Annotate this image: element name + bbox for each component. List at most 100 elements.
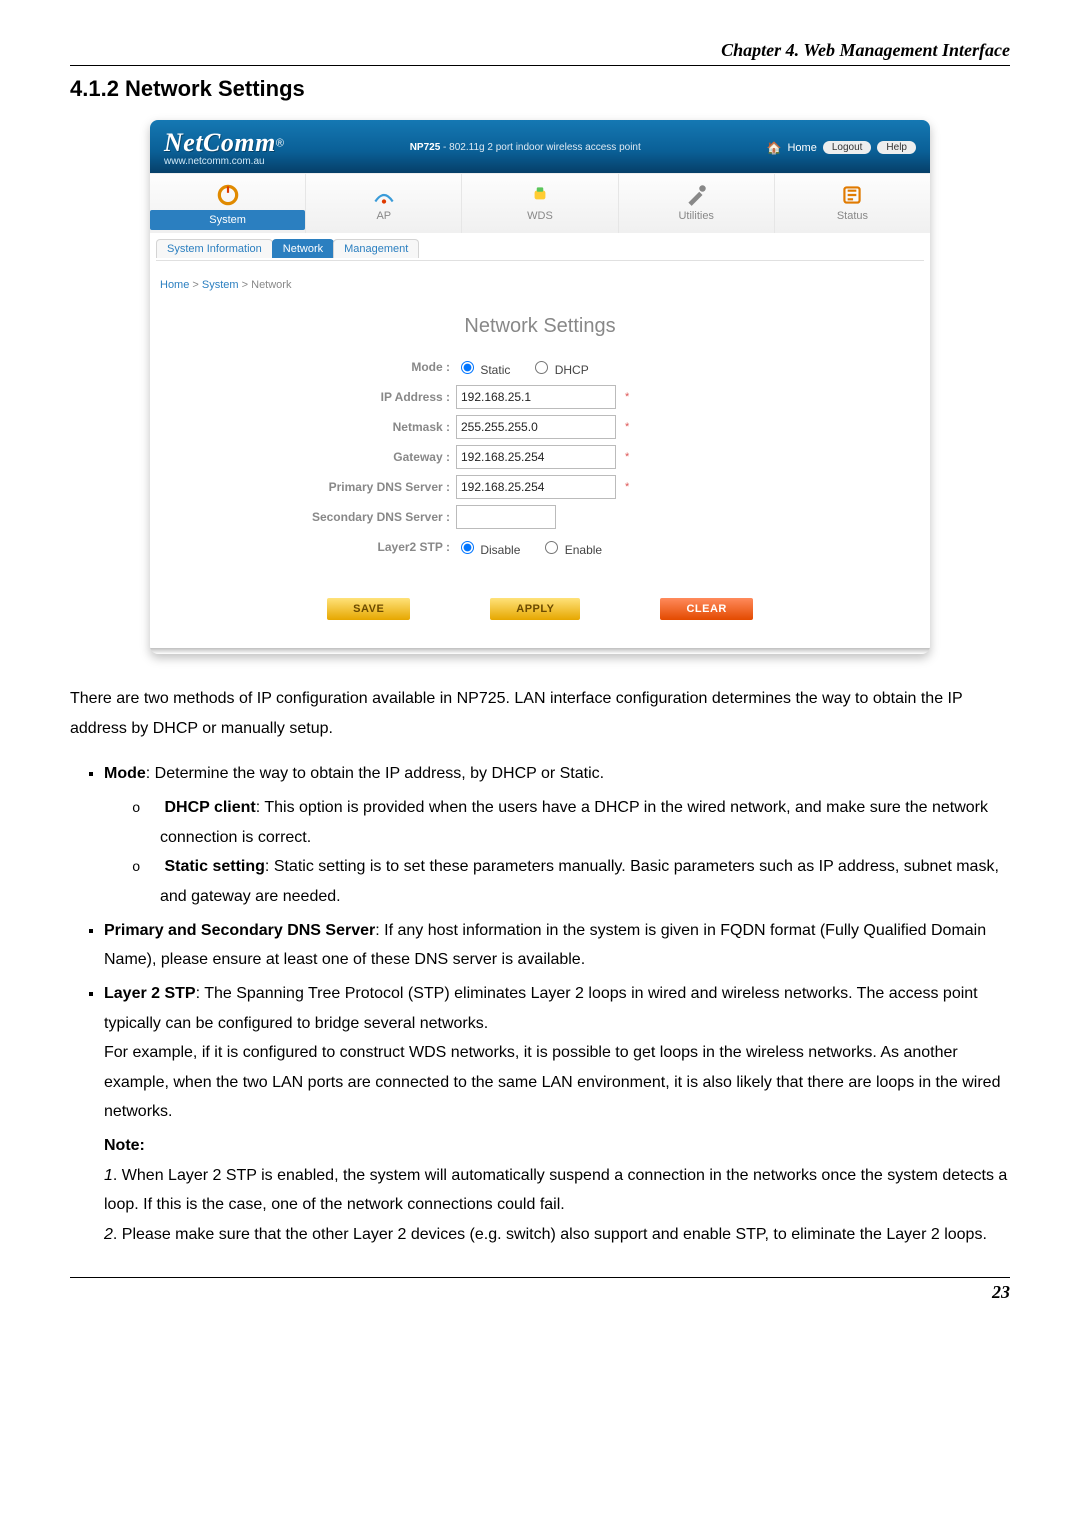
mode-bold: Mode bbox=[104, 765, 146, 782]
radio-stp-enable[interactable] bbox=[545, 541, 558, 554]
brand-reg: ® bbox=[276, 137, 284, 149]
note2-num: 2 bbox=[104, 1226, 113, 1243]
mode-static-option[interactable]: Static bbox=[456, 358, 510, 377]
static-bold: Static setting bbox=[164, 858, 264, 875]
logout-link[interactable]: Logout bbox=[823, 141, 872, 154]
static-text: : Static setting is to set these paramet… bbox=[160, 858, 999, 905]
crumb-home[interactable]: Home bbox=[160, 279, 189, 291]
tab-system[interactable]: System bbox=[150, 174, 305, 233]
note2-text: . Please make sure that the other Layer … bbox=[113, 1226, 987, 1243]
input-gateway[interactable] bbox=[456, 445, 616, 469]
apply-button[interactable]: APPLY bbox=[490, 598, 580, 620]
crumb-sep1: > bbox=[189, 279, 202, 291]
system-icon bbox=[215, 182, 241, 208]
input-secondary-dns[interactable] bbox=[456, 505, 556, 529]
note-label: Note: bbox=[104, 1131, 1010, 1161]
home-link[interactable]: Home bbox=[787, 142, 816, 154]
label-netmask: Netmask : bbox=[210, 420, 456, 434]
dns-bold: Primary and Secondary DNS Server bbox=[104, 922, 375, 939]
subtab-network[interactable]: Network bbox=[272, 239, 334, 258]
note1-num: 1 bbox=[104, 1167, 113, 1184]
note-2: 2. Please make sure that the other Layer… bbox=[104, 1220, 1010, 1250]
subtab-management[interactable]: Management bbox=[333, 239, 419, 258]
label-layer2-stp: Layer2 STP : bbox=[210, 540, 456, 554]
tab-utilities[interactable]: Utilities bbox=[618, 174, 774, 233]
brand-name: NetComm bbox=[164, 128, 276, 157]
dhcp-bold: DHCP client bbox=[164, 799, 255, 816]
stp-disable-text: Disable bbox=[480, 543, 520, 557]
crumb-network: Network bbox=[251, 279, 291, 291]
section-title: 4.1.2 Network Settings bbox=[70, 76, 1010, 102]
subtab-system-information[interactable]: System Information bbox=[156, 239, 273, 258]
shadow bbox=[150, 648, 930, 654]
note-1: 1. When Layer 2 STP is enabled, the syst… bbox=[104, 1161, 1010, 1220]
tab-ap[interactable]: AP bbox=[305, 174, 461, 233]
mode-dhcp-option[interactable]: DHCP bbox=[530, 358, 588, 377]
product-desc-text: - 802.11g 2 port indoor wireless access … bbox=[440, 142, 640, 153]
admin-screenshot: NetComm® www.netcomm.com.au NP725 - 802.… bbox=[150, 120, 930, 654]
stp-disable-option[interactable]: Disable bbox=[456, 538, 520, 557]
tab-wds[interactable]: WDS bbox=[461, 174, 617, 233]
mode-dhcp-text: DHCP bbox=[555, 363, 589, 377]
note-block: Note: 1. When Layer 2 STP is enabled, th… bbox=[104, 1131, 1010, 1249]
note1-text: . When Layer 2 STP is enabled, the syste… bbox=[104, 1167, 1007, 1214]
stp-enable-text: Enable bbox=[565, 543, 602, 557]
intro-paragraph: There are two methods of IP configuratio… bbox=[70, 684, 1010, 743]
row-mode: Mode : Static DHCP bbox=[210, 354, 690, 380]
panel-title: Network Settings bbox=[150, 315, 930, 338]
network-form: Mode : Static DHCP IP Address : * Netmas… bbox=[210, 354, 690, 560]
header-links: 🏠 Home Logout Help bbox=[767, 141, 916, 155]
product-description: NP725 - 802.11g 2 port indoor wireless a… bbox=[284, 142, 767, 153]
required-marker: * bbox=[625, 451, 629, 463]
utilities-icon bbox=[683, 182, 709, 208]
label-secondary-dns: Secondary DNS Server : bbox=[210, 510, 456, 524]
home-icon[interactable]: 🏠 bbox=[767, 141, 782, 155]
product-model: NP725 bbox=[410, 142, 441, 153]
stp-bold: Layer 2 STP bbox=[104, 985, 196, 1002]
input-ip-address[interactable] bbox=[456, 385, 616, 409]
stp-text1: : The Spanning Tree Protocol (STP) elimi… bbox=[104, 985, 978, 1032]
crumb-sep2: > bbox=[239, 279, 252, 291]
stp-enable-option[interactable]: Enable bbox=[540, 538, 602, 557]
wds-icon bbox=[527, 182, 553, 208]
clear-button[interactable]: CLEAR bbox=[660, 598, 752, 620]
required-marker: * bbox=[625, 391, 629, 403]
tab-wds-label: WDS bbox=[462, 210, 617, 227]
dhcp-text: : This option is provided when the users… bbox=[160, 799, 988, 846]
main-nav: System AP WDS Utilities bbox=[150, 173, 930, 233]
required-marker: * bbox=[625, 421, 629, 433]
stp-text2: For example, if it is configured to cons… bbox=[104, 1038, 1010, 1127]
bullet-mode: Mode: Determine the way to obtain the IP… bbox=[104, 759, 1010, 912]
radio-mode-dhcp[interactable] bbox=[535, 361, 548, 374]
tab-status[interactable]: Status bbox=[774, 174, 930, 233]
row-layer2-stp: Layer2 STP : Disable Enable bbox=[210, 534, 690, 560]
help-link[interactable]: Help bbox=[877, 141, 916, 154]
button-row: SAVE APPLY CLEAR bbox=[150, 564, 930, 648]
breadcrumb: Home > System > Network bbox=[150, 261, 930, 315]
status-icon bbox=[839, 182, 865, 208]
row-primary-dns: Primary DNS Server : * bbox=[210, 474, 690, 500]
save-button[interactable]: SAVE bbox=[327, 598, 410, 620]
row-secondary-dns: Secondary DNS Server : bbox=[210, 504, 690, 530]
bullet-static-setting: Static setting: Static setting is to set… bbox=[160, 852, 1010, 911]
input-primary-dns[interactable] bbox=[456, 475, 616, 499]
bullet-stp: Layer 2 STP: The Spanning Tree Protocol … bbox=[104, 979, 1010, 1249]
label-ip-address: IP Address : bbox=[210, 390, 456, 404]
radio-mode-static[interactable] bbox=[461, 361, 474, 374]
ap-icon bbox=[371, 182, 397, 208]
brand: NetComm® www.netcomm.com.au bbox=[164, 128, 284, 167]
crumb-system[interactable]: System bbox=[202, 279, 239, 291]
row-ip-address: IP Address : * bbox=[210, 384, 690, 410]
app-header: NetComm® www.netcomm.com.au NP725 - 802.… bbox=[150, 120, 930, 173]
label-mode: Mode : bbox=[210, 360, 456, 374]
tab-system-label: System bbox=[150, 210, 305, 230]
tab-ap-label: AP bbox=[306, 210, 461, 227]
input-netmask[interactable] bbox=[456, 415, 616, 439]
row-gateway: Gateway : * bbox=[210, 444, 690, 470]
bullet-dhcp-client: DHCP client: This option is provided whe… bbox=[160, 793, 1010, 852]
radio-stp-disable[interactable] bbox=[461, 541, 474, 554]
page-number: 23 bbox=[70, 1277, 1010, 1303]
mode-text: : Determine the way to obtain the IP add… bbox=[146, 765, 604, 782]
label-primary-dns: Primary DNS Server : bbox=[210, 480, 456, 494]
chapter-header: Chapter 4. Web Management Interface bbox=[70, 40, 1010, 66]
